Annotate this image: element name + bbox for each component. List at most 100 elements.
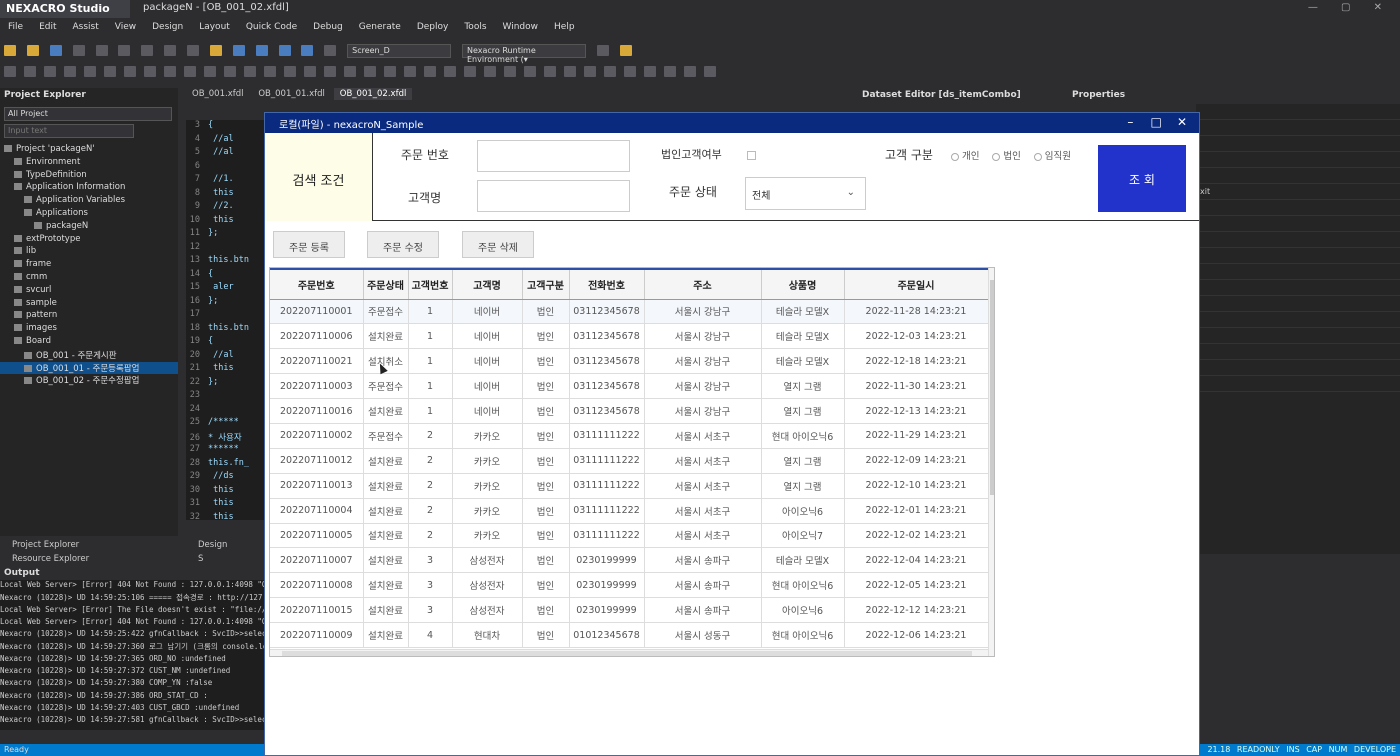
customer-name-input[interactable] bbox=[477, 180, 630, 212]
delete-order-button[interactable]: 주문 삭제 bbox=[462, 231, 534, 258]
debug-icon[interactable] bbox=[619, 45, 632, 56]
tree-item[interactable]: Application Information bbox=[0, 182, 178, 195]
component-tool-icon[interactable] bbox=[604, 66, 616, 77]
component-tool-icon[interactable] bbox=[124, 66, 136, 77]
scroll-thumb-horizontal[interactable] bbox=[282, 651, 972, 656]
tree-item[interactable]: OB_001 - 주문게시판 bbox=[0, 349, 178, 362]
menu-item-edit[interactable]: Edit bbox=[31, 20, 64, 34]
component-tool-icon[interactable] bbox=[664, 66, 676, 77]
tree-item[interactable]: extPrototype bbox=[0, 234, 178, 247]
component-tool-icon[interactable] bbox=[364, 66, 376, 77]
paste-icon[interactable] bbox=[164, 45, 177, 56]
menu-item-generate[interactable]: Generate bbox=[351, 20, 409, 34]
component-tool-icon[interactable] bbox=[324, 66, 336, 77]
component-tool-icon[interactable] bbox=[584, 66, 596, 77]
property-row[interactable] bbox=[1196, 296, 1400, 312]
chart-icon[interactable] bbox=[232, 45, 245, 56]
tree-item[interactable]: OB_001_01 - 주문등록팝업 bbox=[0, 361, 178, 375]
component-tool-icon[interactable] bbox=[564, 66, 576, 77]
property-row[interactable] bbox=[1196, 312, 1400, 328]
menu-item-help[interactable]: Help bbox=[546, 20, 583, 34]
tree-item[interactable]: lib bbox=[0, 246, 178, 259]
property-row[interactable] bbox=[1196, 120, 1400, 136]
menu-item-window[interactable]: Window bbox=[495, 20, 547, 34]
property-row[interactable] bbox=[1196, 264, 1400, 280]
maximize-icon[interactable]: □ bbox=[1145, 115, 1167, 129]
table-row[interactable]: 202207110008 설치완료 3 삼성전자 법인 0230199999 서울시 송파구… bbox=[270, 572, 989, 599]
property-row[interactable] bbox=[1196, 248, 1400, 264]
menu-item-quick-code[interactable]: Quick Code bbox=[238, 20, 305, 34]
tab-ob-001[interactable]: OB_001.xfdl bbox=[186, 88, 249, 100]
project-filter-select[interactable]: All Project bbox=[4, 107, 172, 121]
screen-select[interactable]: Screen_D bbox=[347, 44, 452, 58]
tree-item[interactable]: cmm bbox=[0, 272, 178, 285]
component-tool-icon[interactable] bbox=[204, 66, 216, 77]
order-status-select[interactable]: 전체 ⌄ bbox=[745, 177, 866, 210]
table-row[interactable]: 202207110013 설치완료 2 카카오 법인 03111111222 서울시 서초구… bbox=[270, 473, 989, 499]
vertical-scrollbar[interactable] bbox=[988, 268, 994, 656]
component-tool-icon[interactable] bbox=[304, 66, 316, 77]
radio-corporate[interactable]: 법인 bbox=[992, 148, 1021, 162]
table-row[interactable]: 202207110009 설치완료 4 현대차 법인 01012345678 서울시 성동구… bbox=[270, 622, 989, 648]
corporate-checkbox[interactable] bbox=[747, 151, 756, 160]
column-header[interactable]: 상품명 bbox=[761, 268, 845, 300]
component-tool-icon[interactable] bbox=[24, 66, 36, 77]
window-controls[interactable]: — ▢ ✕ bbox=[1308, 2, 1392, 13]
edit-order-button[interactable]: 주문 수정 bbox=[367, 231, 439, 258]
new-file-icon[interactable] bbox=[4, 45, 16, 56]
tree-item[interactable]: TypeDefinition bbox=[0, 170, 178, 183]
tree-item[interactable]: packageN bbox=[0, 221, 178, 234]
property-row[interactable] bbox=[1196, 232, 1400, 248]
radio-employee[interactable]: 임직원 bbox=[1033, 148, 1071, 162]
tab-script[interactable]: S bbox=[186, 552, 215, 566]
table-row[interactable]: 202207110016 설치완료 1 네이버 법인 03112345678 서울시 강남구… bbox=[270, 398, 989, 424]
cut-icon[interactable] bbox=[118, 45, 131, 56]
tree-item[interactable]: Board bbox=[0, 336, 178, 349]
runtime-select[interactable]: Nexacro Runtime Environment (▾ bbox=[462, 44, 586, 64]
project-search-input[interactable]: Input text bbox=[4, 124, 134, 138]
tree-item[interactable]: svcurl bbox=[0, 285, 178, 298]
component-tool-icon[interactable] bbox=[104, 66, 116, 77]
property-row[interactable] bbox=[1196, 376, 1400, 392]
component-tool-icon[interactable] bbox=[44, 66, 56, 77]
column-header[interactable]: 전화번호 bbox=[569, 268, 645, 300]
table-row[interactable]: 202207110006 설치완료 1 네이버 법인 03112345678 서울시 강남구… bbox=[270, 323, 989, 350]
component-tool-icon[interactable] bbox=[184, 66, 196, 77]
minimize-icon[interactable]: – bbox=[1119, 115, 1141, 129]
table-row[interactable]: 202207110015 설치완료 3 삼성전자 법인 0230199999 서울시 송파구… bbox=[270, 597, 989, 624]
tab-resource-explorer[interactable]: Resource Explorer bbox=[0, 552, 101, 566]
component-tool-icon[interactable] bbox=[484, 66, 496, 77]
component-tool-icon[interactable] bbox=[624, 66, 636, 77]
tree-item[interactable]: frame bbox=[0, 259, 178, 272]
property-row[interactable]: xit bbox=[1196, 184, 1400, 200]
component-tool-icon[interactable] bbox=[284, 66, 296, 77]
table-row[interactable]: 202207110002 주문접수 2 카카오 법인 03111111222 서울시 서초구… bbox=[270, 423, 989, 449]
component-tool-icon[interactable] bbox=[644, 66, 656, 77]
menu-item-design[interactable]: Design bbox=[144, 20, 191, 34]
menu-item-deploy[interactable]: Deploy bbox=[409, 20, 457, 34]
menu-item-debug[interactable]: Debug bbox=[305, 20, 351, 34]
property-row[interactable] bbox=[1196, 328, 1400, 344]
column-header[interactable]: 주문번호 bbox=[270, 268, 364, 300]
component-tool-icon[interactable] bbox=[404, 66, 416, 77]
stop-icon[interactable] bbox=[324, 45, 337, 56]
property-row[interactable] bbox=[1196, 168, 1400, 184]
column-header[interactable]: 주문일시 bbox=[844, 268, 989, 300]
component-tool-icon[interactable] bbox=[244, 66, 256, 77]
property-row[interactable] bbox=[1196, 360, 1400, 376]
column-header[interactable]: 고객번호 bbox=[408, 268, 453, 300]
tab-ob-001-01[interactable]: OB_001_01.xfdl bbox=[252, 88, 331, 100]
menu-item-assist[interactable]: Assist bbox=[65, 20, 107, 34]
table-row[interactable]: 202207110001 주문접수 1 네이버 법인 03112345678 서울시 강남구… bbox=[270, 299, 989, 325]
component-tool-icon[interactable] bbox=[224, 66, 236, 77]
property-row[interactable] bbox=[1196, 280, 1400, 296]
property-row[interactable] bbox=[1196, 136, 1400, 152]
menu-item-view[interactable]: View bbox=[107, 20, 144, 34]
table-row[interactable]: 202207110004 설치완료 2 카카오 법인 03111111222 서울시 서초구… bbox=[270, 498, 989, 524]
property-row[interactable] bbox=[1196, 152, 1400, 168]
search-button[interactable]: 조 회 bbox=[1098, 145, 1186, 212]
menu-item-layout[interactable]: Layout bbox=[191, 20, 238, 34]
component-tool-icon[interactable] bbox=[424, 66, 436, 77]
refresh-icon[interactable] bbox=[49, 45, 62, 56]
column-header[interactable]: 고객명 bbox=[452, 268, 523, 300]
